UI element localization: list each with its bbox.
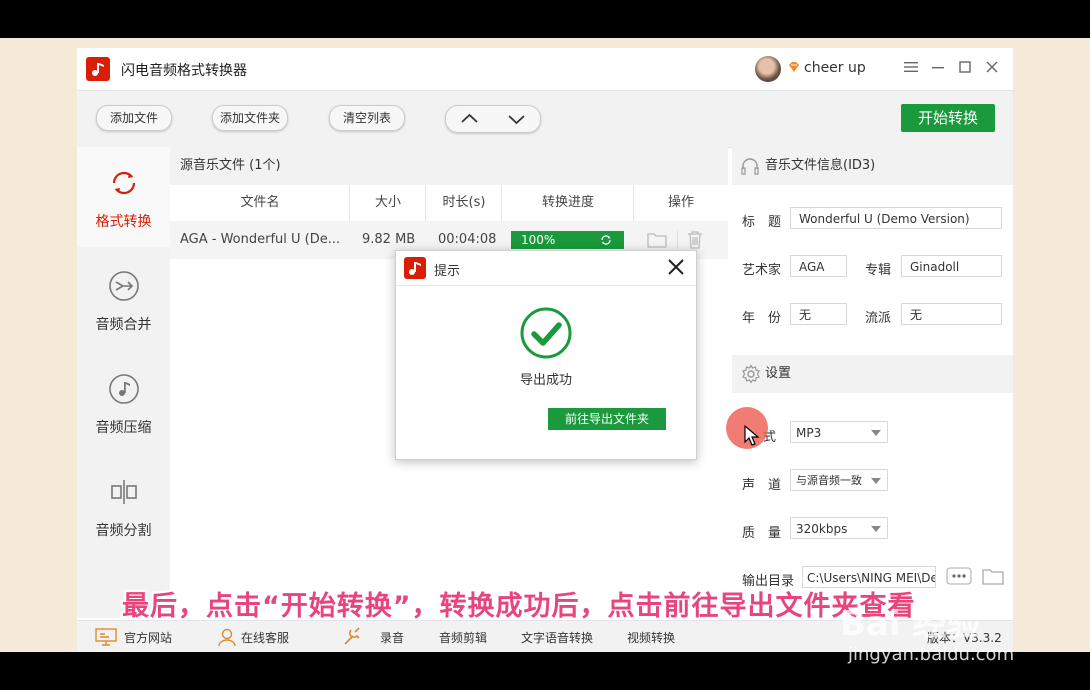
- more-options-icon[interactable]: [946, 566, 972, 586]
- title-field[interactable]: Wonderful U (Demo Version): [790, 207, 1002, 229]
- sidebar-item-audio-compress[interactable]: 音频压缩: [77, 353, 170, 453]
- headphones-icon: [741, 158, 759, 175]
- video-letterbox-top: [0, 0, 1090, 38]
- channel-select[interactable]: 与源音频一致: [790, 469, 888, 491]
- quality-select-value: 320kbps: [796, 522, 848, 536]
- format-select[interactable]: MP3: [790, 421, 888, 443]
- start-convert-button[interactable]: 开始转换: [901, 104, 995, 132]
- info-panel: 音乐文件信息(ID3) 标 题 Wonderful U (Demo Versio…: [732, 147, 1013, 618]
- support-agent-icon: [218, 628, 236, 647]
- dialog-message: 导出成功: [519, 373, 572, 388]
- sidebar-item-format-convert[interactable]: 格式转换: [77, 147, 170, 247]
- format-select-value: MP3: [796, 426, 822, 440]
- artist-label: 艺术家: [742, 263, 782, 278]
- column-header-duration: 时长(s): [426, 185, 502, 222]
- album-label: 专辑: [865, 263, 892, 278]
- id3-section-title: 音乐文件信息(ID3): [765, 158, 876, 173]
- refresh-icon[interactable]: [600, 234, 612, 246]
- menu-icon[interactable]: [901, 58, 921, 78]
- sidebar-item-audio-merge[interactable]: 音频合并: [77, 250, 170, 350]
- add-folder-button[interactable]: 添加文件夹: [212, 105, 288, 131]
- title-label: 标 题: [742, 215, 782, 230]
- online-support-link[interactable]: 在线客服: [241, 629, 289, 646]
- chevron-down-icon: [871, 526, 881, 532]
- audio-edit-link[interactable]: 音频剪辑: [439, 629, 487, 646]
- sidebar-item-label: 格式转换: [95, 214, 152, 230]
- watermark-logo: Bai 经验: [840, 604, 981, 644]
- quality-select[interactable]: 320kbps: [790, 517, 888, 539]
- file-name-cell: AGA - Wonderful U (De...: [180, 232, 341, 247]
- album-field[interactable]: Ginadoll: [901, 255, 1002, 277]
- gear-icon: [742, 364, 760, 384]
- tutorial-caption: 最后，点击“开始转换”，转换成功后，点击前往导出文件夹查看: [122, 591, 916, 622]
- year-field[interactable]: 无: [790, 303, 847, 325]
- conversion-progress-bar: 100%: [511, 231, 624, 249]
- refresh-cycle-icon: [112, 171, 136, 195]
- open-export-folder-button[interactable]: 前往导出文件夹: [548, 408, 666, 430]
- folder-icon[interactable]: [982, 566, 1004, 586]
- app-title: 闪电音频格式转换器: [121, 63, 247, 79]
- toolbar: 添加文件 添加文件夹 清空列表 开始转换: [77, 90, 1013, 148]
- app-logo-icon: [404, 257, 426, 279]
- year-label: 年 份: [742, 311, 782, 326]
- file-list-header: 源音乐文件 (1个): [170, 147, 728, 185]
- music-note-icon: [109, 374, 139, 404]
- column-header-actions: 操作: [634, 185, 728, 222]
- close-icon[interactable]: [982, 58, 1002, 78]
- dialog-header: 提示: [396, 251, 696, 286]
- record-link[interactable]: 录音: [380, 629, 404, 646]
- chevron-down-icon: [508, 115, 525, 125]
- genre-field[interactable]: 无: [901, 303, 1002, 325]
- split-icon: [111, 480, 137, 504]
- watermark-url: jingyan.baidu.com: [848, 644, 1015, 665]
- close-icon[interactable]: [666, 257, 686, 277]
- success-dialog: 提示 导出成功 前往导出文件夹: [395, 250, 697, 460]
- user-name[interactable]: cheer up: [804, 60, 866, 76]
- mouse-cursor-icon: [744, 425, 760, 446]
- channel-select-value: 与源音频一致: [796, 474, 862, 487]
- sidebar-item-label: 音频分割: [95, 523, 152, 539]
- trash-icon[interactable]: [686, 230, 704, 250]
- maximize-icon[interactable]: [955, 58, 975, 78]
- minimize-icon[interactable]: [928, 58, 948, 78]
- sidebar: 格式转换 音频合并 音频压缩 音频分割: [77, 147, 171, 618]
- chevron-down-icon: [871, 478, 881, 484]
- artist-field[interactable]: AGA: [790, 255, 847, 277]
- progress-label: 100%: [521, 233, 556, 247]
- genre-label: 流派: [865, 311, 892, 326]
- monitor-icon: [95, 628, 117, 646]
- website-link[interactable]: 官方网站: [124, 629, 172, 646]
- sidebar-item-label: 音频压缩: [95, 420, 152, 436]
- column-header-size: 大小: [350, 185, 426, 222]
- chevron-up-icon: [461, 113, 478, 123]
- user-avatar[interactable]: [755, 56, 781, 82]
- column-header-name: 文件名: [170, 185, 350, 222]
- move-buttons-group: [445, 105, 541, 133]
- settings-section-header: 设置: [732, 355, 1013, 393]
- quality-label: 质 量: [742, 526, 782, 541]
- success-check-icon: [520, 307, 572, 359]
- tools-icon: [344, 627, 360, 645]
- vip-diamond-icon: [789, 62, 799, 72]
- action-divider: [677, 231, 678, 249]
- dialog-title: 提示: [434, 264, 461, 279]
- sidebar-item-label: 音频合并: [95, 317, 152, 333]
- add-file-button[interactable]: 添加文件: [96, 105, 172, 131]
- open-folder-icon[interactable]: [647, 231, 667, 249]
- move-up-button[interactable]: [446, 106, 493, 132]
- merge-arrows-icon: [109, 271, 139, 301]
- channel-label: 声 道: [742, 478, 782, 493]
- clear-list-button[interactable]: 清空列表: [329, 105, 405, 131]
- column-header-progress: 转换进度: [502, 185, 634, 222]
- sidebar-item-audio-split[interactable]: 音频分割: [77, 456, 170, 556]
- chevron-down-icon: [871, 430, 881, 436]
- id3-section-header: 音乐文件信息(ID3): [732, 147, 1013, 185]
- settings-section-title: 设置: [765, 366, 792, 381]
- text-to-speech-link[interactable]: 文字语音转换: [521, 629, 593, 646]
- title-bar: 闪电音频格式转换器 cheer up: [77, 48, 1013, 90]
- move-down-button[interactable]: [493, 106, 540, 132]
- app-logo-icon: [86, 57, 110, 81]
- video-convert-link[interactable]: 视频转换: [627, 629, 675, 646]
